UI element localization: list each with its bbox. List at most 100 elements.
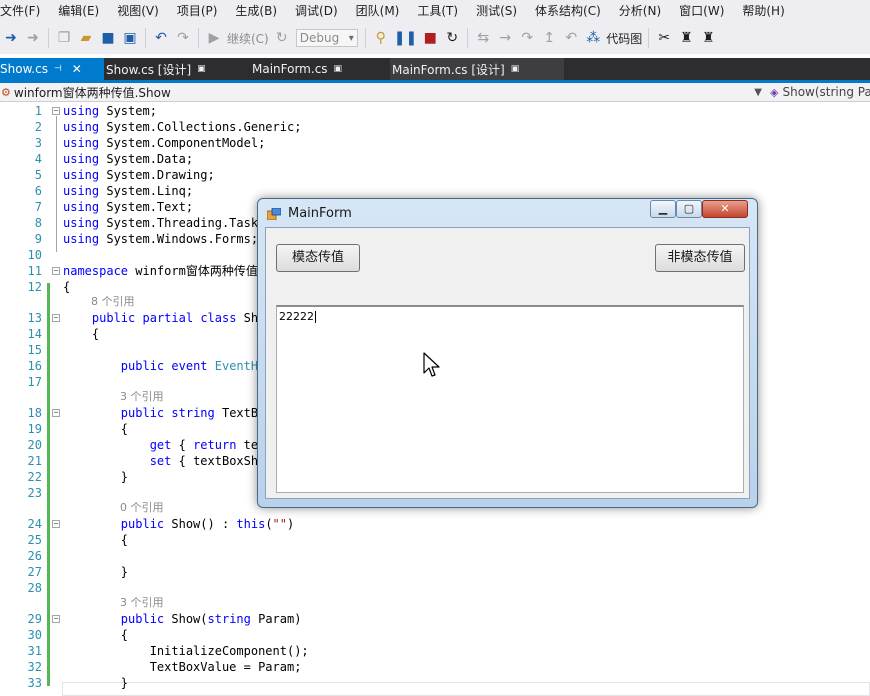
code-line: } — [63, 565, 129, 579]
document-tabs: Show.cs ⊣ ✕ Show.cs [设计] ▣ MainForm.cs ▣… — [0, 58, 870, 80]
line-number: 24 — [27, 517, 42, 531]
solution-config-select[interactable]: Debug — [295, 29, 358, 47]
menu-debug[interactable]: 调试(D) — [286, 0, 347, 22]
stop-icon[interactable]: ■ — [421, 27, 439, 49]
codelens-references[interactable]: 0 个引用 — [120, 501, 164, 515]
type-dropdown[interactable]: ⚙ winform窗体两种传值.Show ▼ — [0, 83, 764, 101]
collapse-icon[interactable]: − — [52, 615, 60, 623]
code-line: using System.Linq; — [63, 184, 194, 198]
step-out-icon[interactable]: ↥ — [540, 27, 558, 49]
maximize-button[interactable]: ▢ — [676, 200, 702, 218]
collapse-icon[interactable]: − — [52, 267, 60, 275]
code-line: } — [63, 676, 129, 690]
close-icon: ✕ — [720, 202, 730, 215]
code-line: using System.ComponentModel; — [63, 136, 266, 150]
menu-view[interactable]: 视图(V) — [108, 0, 168, 22]
menu-project[interactable]: 项目(P) — [168, 0, 227, 22]
tab-show-cs[interactable]: Show.cs ⊣ ✕ — [0, 58, 104, 80]
line-number: 25 — [27, 533, 42, 547]
close-button[interactable]: ✕ — [702, 200, 748, 218]
menu-edit[interactable]: 编辑(E) — [49, 0, 108, 22]
maximize-icon: ▢ — [683, 202, 695, 215]
navigation-bar: ⚙ winform窗体两种传值.Show ▼ ◈ Show(string Pa — [0, 83, 870, 102]
code-line: using System.Threading.Tasks; — [63, 216, 273, 230]
undo-icon[interactable]: ↶ — [152, 27, 170, 49]
menu-help[interactable]: 帮助(H) — [733, 0, 793, 22]
lock-icon: ▣ — [510, 64, 520, 74]
text-caret — [315, 311, 316, 323]
tab-mainform-cs[interactable]: MainForm.cs ▣ — [252, 58, 382, 80]
code-line: { — [63, 628, 129, 642]
codelens-references[interactable]: 3 个引用 — [120, 596, 164, 610]
minimize-icon: ▁ — [658, 202, 668, 215]
open-file-icon[interactable]: ▰ — [77, 27, 95, 49]
step-over-icon[interactable]: ↷ — [518, 27, 536, 49]
menu-team[interactable]: 团队(M) — [347, 0, 409, 22]
mainform-window[interactable]: MainForm ▁ ▢ ✕ 模态传值 非模态传值 22222 — [257, 198, 758, 508]
tab-label: MainForm.cs [设计] — [392, 62, 505, 77]
hierarchy-icon[interactable]: ♜ — [699, 27, 717, 49]
find-icon[interactable]: ⚲ — [372, 27, 390, 49]
menu-file[interactable]: 文件(F) — [0, 0, 49, 22]
collapse-icon[interactable]: − — [52, 314, 60, 322]
show-next-statement-icon[interactable]: ⇆ — [474, 27, 492, 49]
line-number: 11 — [27, 264, 42, 278]
member-name: Show(string Pa — [782, 85, 870, 99]
collapse-icon[interactable]: − — [52, 520, 60, 528]
tab-show-design[interactable]: Show.cs [设计] ▣ — [104, 58, 246, 80]
step-back-icon[interactable]: ↶ — [562, 27, 580, 49]
codelens-references[interactable]: 3 个引用 — [120, 390, 164, 404]
menu-window[interactable]: 窗口(W) — [670, 0, 733, 22]
back-icon[interactable]: ➜ — [2, 27, 20, 49]
step-into-icon[interactable]: → — [496, 27, 514, 49]
tab-label: Show.cs — [0, 62, 48, 76]
pin-icon[interactable]: ⊣ — [54, 64, 62, 74]
line-number: 32 — [27, 660, 42, 674]
line-number: 13 — [27, 311, 42, 325]
collapse-icon[interactable]: − — [52, 107, 60, 115]
forward-icon[interactable]: ➜ — [24, 27, 42, 49]
continue-button[interactable]: 继续(C) — [225, 30, 271, 47]
pause-icon[interactable]: ❚❚ — [394, 27, 417, 49]
line-number: 15 — [27, 343, 42, 357]
tab-mainform-design[interactable]: MainForm.cs [设计] ▣ — [390, 58, 564, 80]
continue-icon[interactable]: ▶ — [205, 27, 223, 49]
line-number: 7 — [34, 200, 42, 214]
line-number: 27 — [27, 565, 42, 579]
menu-build[interactable]: 生成(B) — [226, 0, 286, 22]
code-line: public Show() : this("") — [120, 517, 295, 531]
line-number: 2 — [34, 120, 42, 134]
menu-analyze[interactable]: 分析(N) — [610, 0, 670, 22]
code-map-button[interactable]: 代码图 — [604, 30, 644, 47]
minimize-button[interactable]: ▁ — [650, 200, 676, 218]
line-number: 18 — [27, 406, 42, 420]
tree-icon[interactable]: ♜ — [677, 27, 695, 49]
redo-icon[interactable]: ↷ — [174, 27, 192, 49]
line-number: 12 — [27, 280, 42, 294]
modal-pass-button[interactable]: 模态传值 — [276, 244, 360, 272]
modeless-pass-button[interactable]: 非模态传值 — [655, 244, 745, 272]
menu-tools[interactable]: 工具(T) — [408, 0, 467, 22]
line-number: 28 — [27, 581, 42, 595]
codelens-references[interactable]: 8 个引用 — [91, 295, 135, 309]
save-icon[interactable]: ■ — [99, 27, 117, 49]
collapse-icon[interactable]: − — [52, 409, 60, 417]
value-textbox[interactable]: 22222 — [276, 305, 744, 493]
restart-icon[interactable]: ↻ — [443, 27, 461, 49]
line-number: 17 — [27, 375, 42, 389]
save-all-icon[interactable]: ▣ — [121, 27, 139, 49]
line-number: 19 — [27, 422, 42, 436]
line-number: 23 — [27, 486, 42, 500]
tools-icon[interactable]: ✂ — [655, 27, 673, 49]
line-number: 4 — [34, 152, 42, 166]
close-icon[interactable]: ✕ — [72, 62, 82, 76]
refresh-icon[interactable]: ↻ — [273, 27, 291, 49]
lock-icon: ▣ — [197, 64, 206, 74]
toolbar-separator — [648, 28, 650, 48]
member-dropdown[interactable]: ◈ Show(string Pa — [768, 83, 870, 101]
menu-architecture[interactable]: 体系结构(C) — [526, 0, 610, 22]
new-project-icon[interactable]: ❐ — [55, 27, 73, 49]
menu-test[interactable]: 测试(S) — [467, 0, 526, 22]
code-map-icon[interactable]: ⁂ — [584, 27, 602, 49]
toolbar-separator — [48, 28, 49, 48]
